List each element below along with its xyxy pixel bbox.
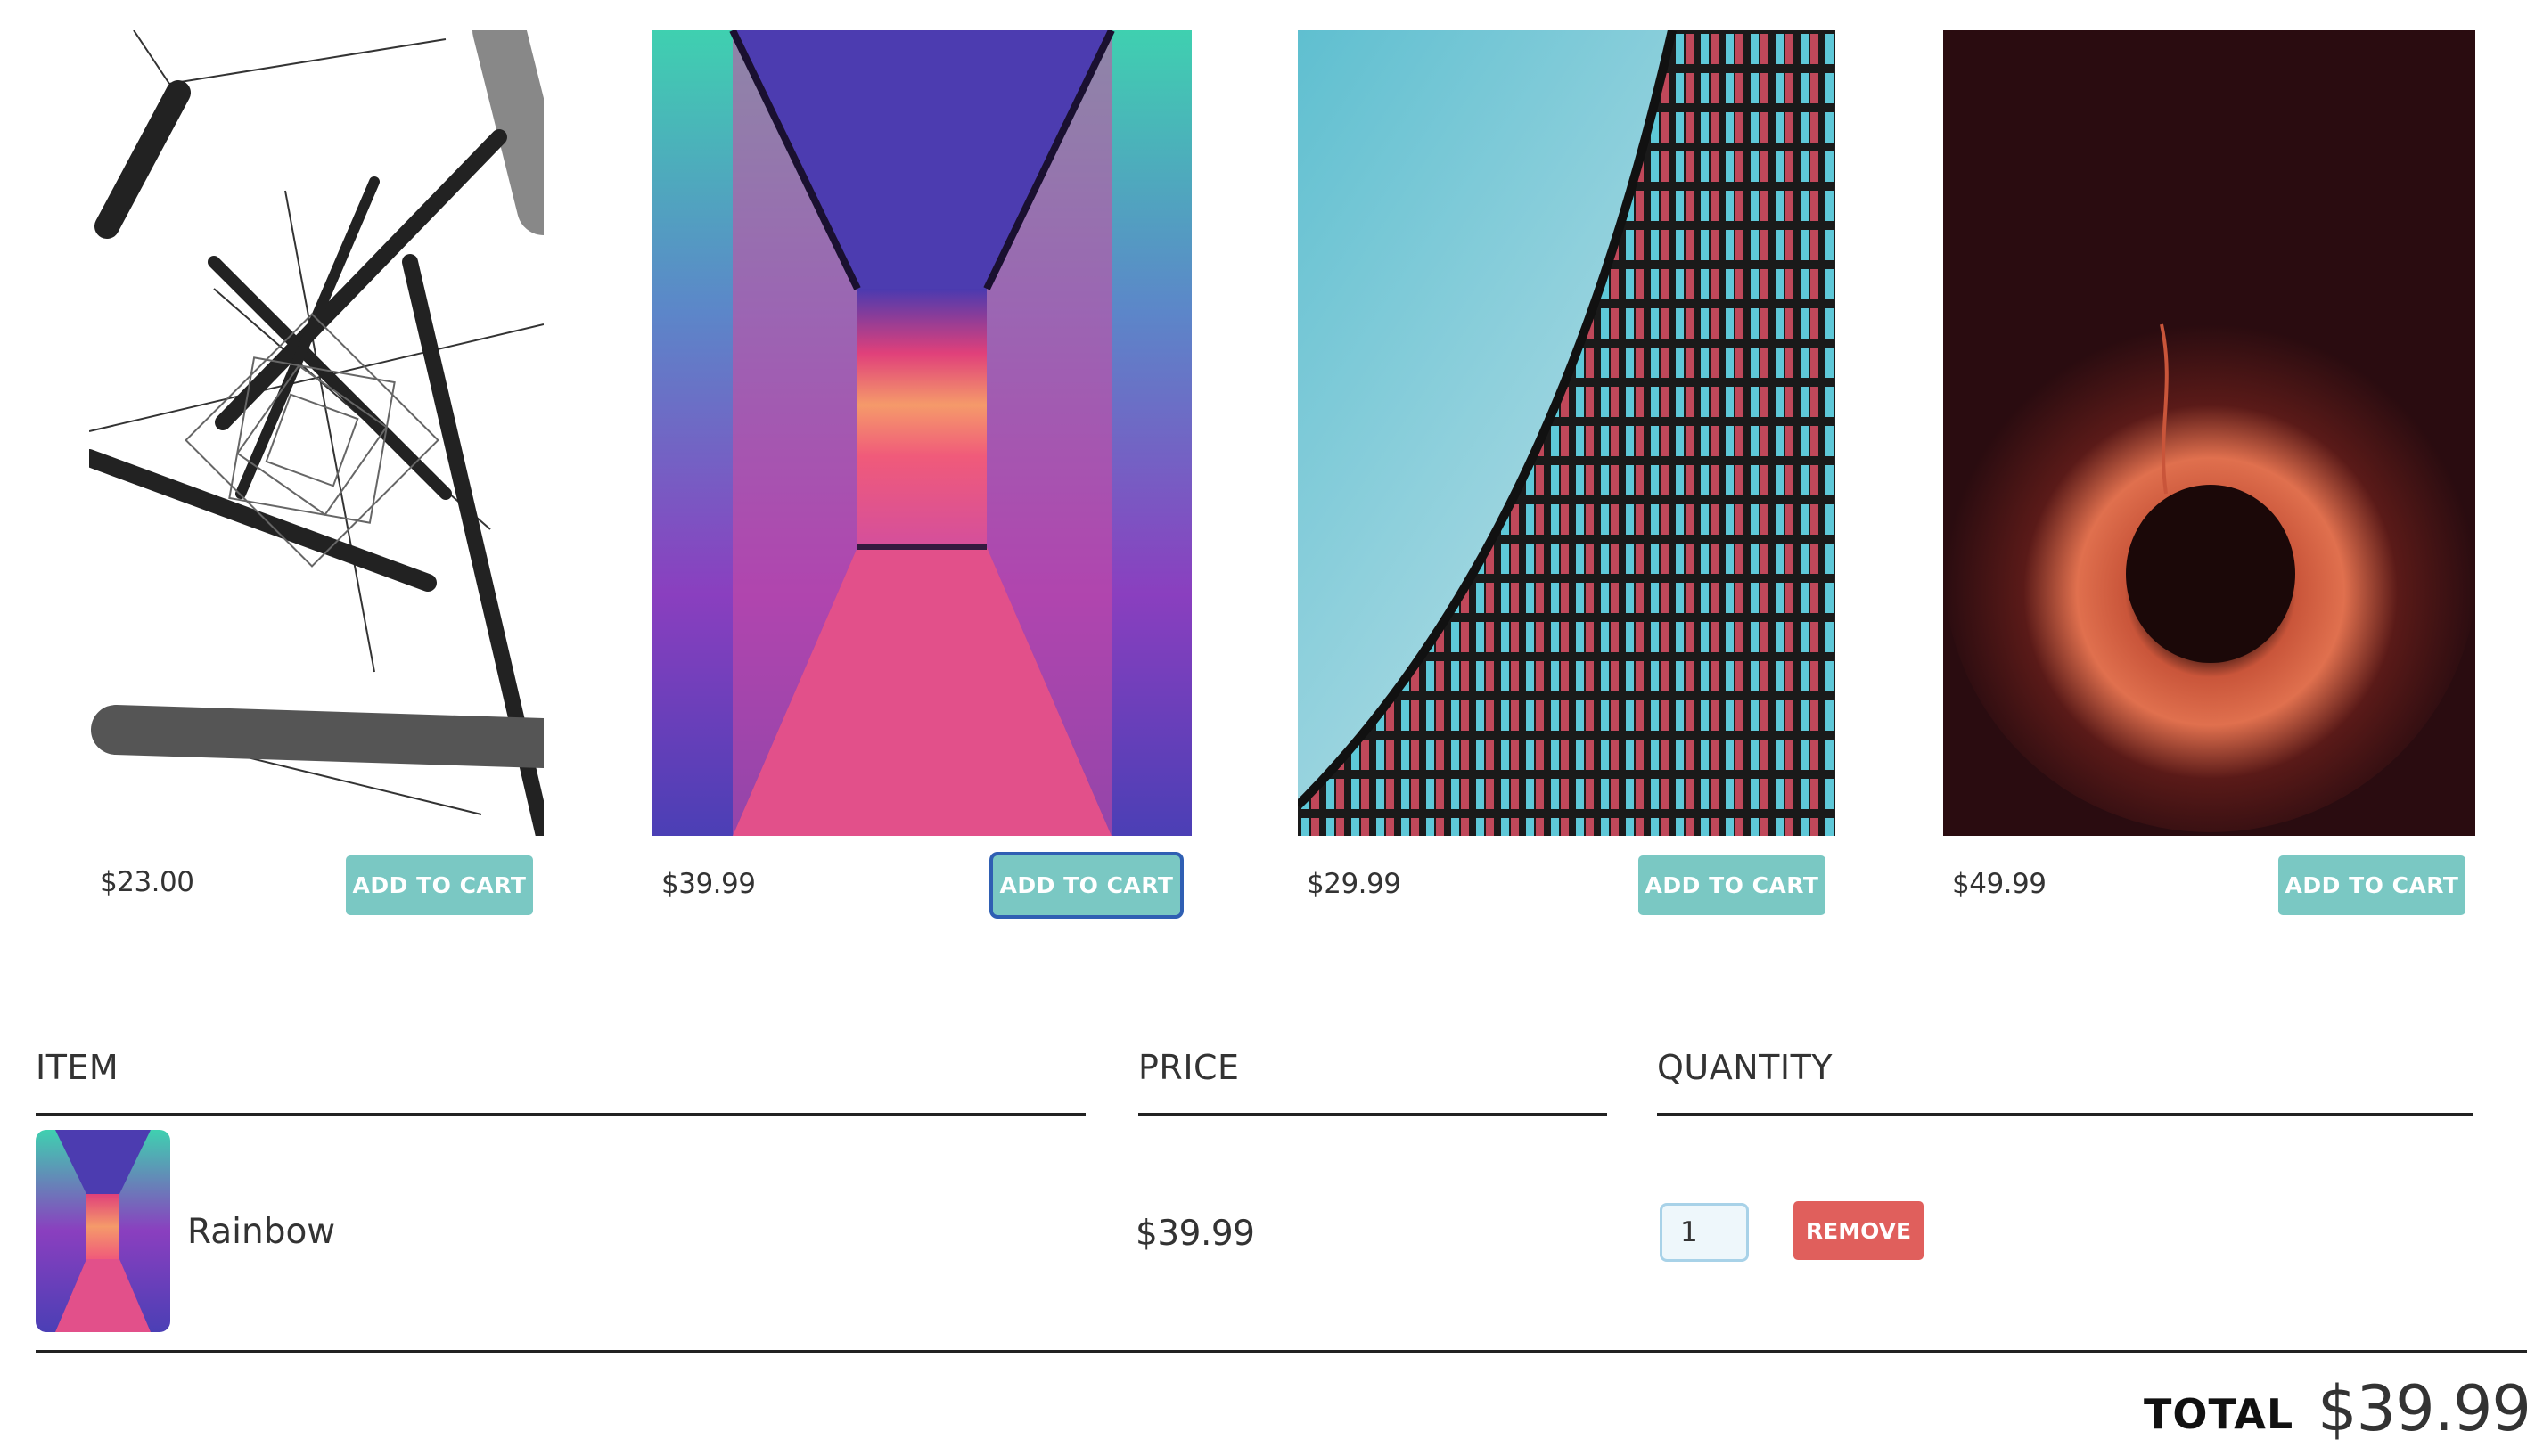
cart-item-thumbnail	[36, 1130, 170, 1332]
shop-page: $23.00 ADD TO CART $39.99 ADD TO CART $2…	[0, 0, 2535, 1456]
product-image-burst	[1943, 30, 2475, 836]
quantity-input[interactable]	[1660, 1203, 1749, 1262]
total-label: TOTAL	[2144, 1390, 2294, 1438]
product-image-building	[1298, 30, 1835, 836]
total-value: $39.99	[2318, 1372, 2531, 1445]
add-to-cart-button[interactable]: ADD TO CART	[1638, 855, 1825, 915]
header-rule-quantity	[1657, 1113, 2473, 1116]
product-price: $49.99	[1952, 868, 2047, 900]
cart-item-name: Rainbow	[187, 1212, 336, 1252]
product-image-pipes	[89, 30, 544, 836]
product-price: $23.00	[100, 866, 194, 898]
add-to-cart-button[interactable]: ADD TO CART	[2278, 855, 2465, 915]
cart-header-item: ITEM	[36, 1048, 119, 1087]
add-to-cart-button[interactable]: ADD TO CART	[346, 855, 533, 915]
product-image-rainbow	[652, 30, 1192, 836]
cart-footer-rule	[36, 1350, 2527, 1353]
add-to-cart-button[interactable]: ADD TO CART	[993, 855, 1180, 915]
header-rule-item	[36, 1113, 1086, 1116]
remove-button[interactable]: REMOVE	[1793, 1201, 1924, 1260]
cart-item-price: $39.99	[1136, 1214, 1255, 1254]
cart-header-price: PRICE	[1138, 1048, 1240, 1087]
header-rule-price	[1138, 1113, 1607, 1116]
product-price: $29.99	[1307, 868, 1401, 900]
cart-header-quantity: QUANTITY	[1657, 1048, 1833, 1087]
product-price: $39.99	[661, 868, 756, 900]
